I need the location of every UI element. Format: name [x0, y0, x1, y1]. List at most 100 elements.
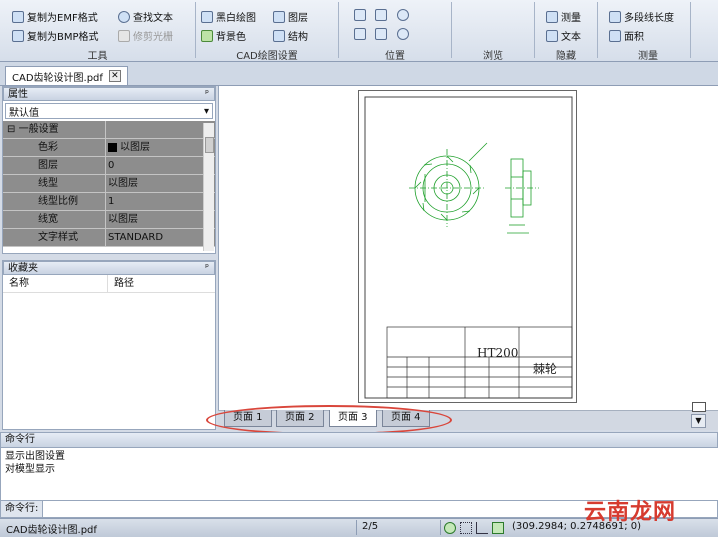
favorites-title-bar: 收藏夹 ᵖ [3, 261, 215, 275]
cad-settings-group-label: CAD绘图设置 [236, 51, 298, 62]
hide-group-label: 隐藏 [556, 51, 576, 62]
area-button[interactable]: 面积 [609, 28, 644, 43]
zoom-options-icon[interactable] [397, 28, 409, 40]
ratchet-front-view [409, 142, 488, 227]
property-row[interactable]: 图层 0 [3, 157, 215, 175]
black-white-button[interactable]: 黑白绘图 [201, 9, 256, 24]
structure-icon [273, 29, 285, 42]
command-panel-title: 命令行 [0, 432, 718, 448]
property-row[interactable]: 线型 以图层 [3, 175, 215, 193]
property-key: 线宽 [3, 211, 106, 228]
trim-icon [118, 29, 130, 42]
gear-drawing: HT200 棘轮 [364, 96, 573, 399]
command-output-line: 对模型显示 [5, 464, 55, 475]
layer-button[interactable]: 图层 [273, 9, 308, 24]
property-row[interactable]: 线宽 以图层 [3, 211, 215, 229]
pan-icon[interactable] [354, 9, 366, 21]
property-key: 图层 [3, 157, 106, 174]
favorites-title: 收藏夹 [8, 263, 38, 274]
find-text-button[interactable]: 查找文本 [118, 9, 173, 24]
structure-button[interactable]: 结构 [273, 28, 308, 43]
text-icon [546, 29, 558, 42]
properties-selected-value: 默认值 [9, 107, 39, 119]
trim-raster-button[interactable]: 修剪光栅 [118, 28, 173, 43]
favorites-header: 名称 路径 [3, 275, 215, 293]
layer-icon [273, 10, 285, 23]
copy-bmp-button[interactable]: 复制为BMP格式 [12, 28, 99, 43]
close-tab-button[interactable]: ✕ [108, 70, 121, 82]
property-category-general[interactable]: ⊟ 一般设置 [3, 121, 215, 139]
chevron-down-icon[interactable]: ▼ [691, 414, 706, 428]
properties-title: 属性 [8, 89, 28, 100]
ortho-icon[interactable] [476, 522, 488, 534]
properties-object-select[interactable]: 默认值 ▾ [5, 103, 213, 119]
canvas-corner-box [692, 402, 706, 412]
osnap-icon[interactable] [444, 522, 456, 534]
command-output: 显示出图设置 对模型显示 [0, 448, 718, 500]
property-value[interactable]: 以图层 [106, 139, 215, 156]
zoom-window-icon[interactable] [375, 28, 387, 40]
ribbon-separator [690, 2, 691, 58]
emf-icon [12, 10, 24, 23]
ribbon: 复制为EMF格式 复制为BMP格式 查找文本 修剪光栅 工具 黑白绘图 图层 背… [0, 0, 718, 62]
position-group-label: 位置 [385, 51, 405, 62]
watermark: 云南龙网 [584, 500, 677, 525]
polyline-icon [609, 10, 621, 23]
document-tab[interactable]: CAD齿轮设计图.pdf ✕ [5, 66, 128, 85]
grid-icon[interactable] [460, 522, 472, 534]
column-name-header[interactable]: 名称 [3, 275, 108, 292]
measure-button[interactable]: 测量 [546, 9, 581, 24]
status-divider [356, 520, 357, 535]
annotation-ellipse [206, 405, 452, 435]
tools-group-label: 工具 [87, 51, 108, 62]
property-value[interactable]: 0 [106, 157, 215, 174]
pin-icon[interactable]: ᵖ [205, 262, 214, 274]
ratchet-side-view [505, 158, 539, 234]
bw-icon [201, 10, 213, 23]
command-output-line: 显示出图设置 [5, 451, 65, 462]
category-label: 一般设置 [18, 124, 59, 135]
browse-group-label: 浏览 [483, 51, 503, 62]
background-color-button[interactable]: 背景色 [201, 28, 246, 43]
column-path-header[interactable]: 路径 [108, 275, 134, 292]
status-divider [440, 520, 441, 535]
property-key: 色彩 [3, 139, 106, 156]
status-file-name: CAD齿轮设计图.pdf [6, 525, 97, 536]
zoom-extents-icon[interactable] [375, 9, 387, 21]
property-row[interactable]: 文字样式 STANDARD [3, 229, 215, 247]
polyline-length-button[interactable]: 多段线长度 [609, 9, 674, 24]
bg-color-icon [201, 29, 213, 42]
copy-emf-button[interactable]: 复制为EMF格式 [12, 9, 98, 24]
property-key: 线型 [3, 175, 106, 192]
collapse-icon[interactable]: ⊟ [7, 124, 15, 135]
property-value[interactable]: STANDARD [106, 229, 215, 246]
scrollbar-thumb[interactable] [205, 137, 214, 153]
chevron-down-icon: ▾ [203, 105, 209, 117]
document-tab-label: CAD齿轮设计图.pdf [12, 72, 103, 84]
color-swatch-icon [108, 143, 117, 152]
find-icon [118, 10, 130, 23]
part-name-text: 棘轮 [533, 362, 557, 376]
text-button[interactable]: 文本 [546, 28, 581, 43]
property-key: 线型比例 [3, 193, 106, 210]
measure-group-label: 测量 [638, 51, 658, 62]
polar-icon[interactable] [492, 522, 504, 534]
property-key: 文字样式 [3, 229, 106, 246]
property-value[interactable]: 1 [106, 193, 215, 210]
property-row[interactable]: 线型比例 1 [3, 193, 215, 211]
favorites-panel: 收藏夹 ᵖ 名称 路径 [2, 260, 216, 430]
drawing-sheet: HT200 棘轮 [358, 90, 577, 403]
status-page-indicator: 2/5 [362, 521, 379, 532]
bmp-icon [12, 29, 24, 42]
properties-scrollbar[interactable] [203, 123, 214, 251]
property-value[interactable]: 以图层 [106, 211, 215, 228]
rotate-icon[interactable] [354, 28, 366, 40]
zoom-icon[interactable] [397, 9, 409, 21]
pin-icon[interactable]: ᵖ [205, 88, 214, 100]
measure-icon [546, 10, 558, 23]
area-icon [609, 29, 621, 42]
command-input-label: 命令行: [1, 501, 44, 517]
material-text: HT200 [477, 346, 518, 360]
property-row[interactable]: 色彩 以图层 [3, 139, 215, 157]
property-value[interactable]: 以图层 [106, 175, 215, 192]
